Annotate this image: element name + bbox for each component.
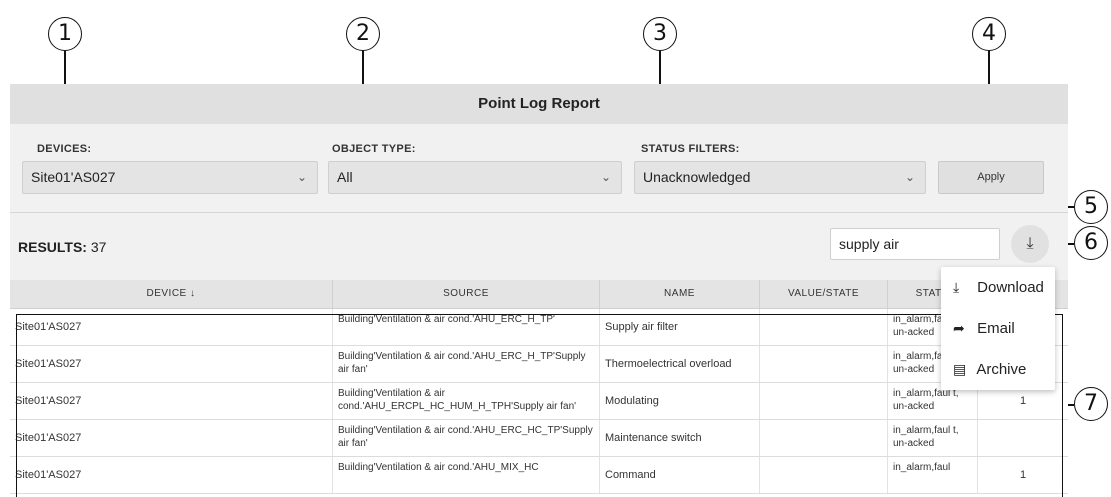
cell-value-state [760,383,888,419]
cell-device: Site01'AS027 [10,420,333,456]
menu-email-label: Email [977,320,1015,337]
results-count: 37 [90,239,107,255]
cell-device: Site01'AS027 [10,457,333,493]
cell-name: Command [600,457,760,493]
cell-source: Building'Ventilation & air cond.'AHU_ERC… [333,383,600,419]
object-type-label: OBJECT TYPE: [332,143,416,155]
devices-label: DEVICES: [37,143,92,155]
cell-count: 1 [1019,469,1027,481]
chevron-down-icon: ⌄ [296,170,307,184]
results-label: RESULTS: [18,239,87,255]
menu-item-archive[interactable]: ▤ Archive [941,349,1055,390]
table-row[interactable]: Site01'AS027 Building'Ventilation & air … [10,457,1068,494]
callout-2: 2 [346,17,380,51]
status-filters-select-value: Unacknowledged [643,169,751,185]
cell-name: Maintenance switch [600,420,760,456]
devices-select-value: Site01'AS027 [31,169,116,185]
callout-1: 1 [48,17,82,51]
status-filters-select[interactable]: Unacknowledged ⌄ [634,161,926,194]
column-header-value-state[interactable]: VALUE/STATE [760,280,888,308]
page-title: Point Log Report [10,84,1068,124]
chevron-down-icon: ⌄ [904,170,915,184]
table-header: DEVICE ↓ SOURCE NAME VALUE/STATE STATU [10,280,1068,309]
cell-count [978,420,1068,456]
filter-area: DEVICES: Site01'AS027 ⌄ OBJECT TYPE: All… [10,124,1068,213]
archive-icon: ▤ [953,362,967,378]
table-row[interactable]: Site01'AS027 Building'Ventilation & air … [10,346,1068,383]
apply-button[interactable]: Apply [938,161,1044,194]
download-icon: ⤓ [1026,235,1034,252]
cell-source: Building'Ventilation & air cond.'AHU_ERC… [333,346,600,382]
object-type-select[interactable]: All ⌄ [328,161,622,194]
cell-value-state [760,457,888,493]
callout-3: 3 [643,17,677,51]
search-input[interactable]: supply air [830,228,1000,260]
menu-download-label: Download [977,279,1044,296]
callout-5: 5 [1074,190,1108,224]
object-type-select-value: All [337,169,353,185]
cell-name: Supply air filter [600,309,760,345]
callout-4: 4 [972,17,1006,51]
table-row[interactable]: Site01'AS027 Building'Ventilation & air … [10,309,1068,346]
cell-status: in_alarm,faul t, un-acked [888,420,978,456]
column-header-device[interactable]: DEVICE ↓ [10,280,333,308]
cell-value-state [760,346,888,382]
cell-source: Building'Ventilation & air cond.'AHU_ERC… [333,309,600,345]
cell-device: Site01'AS027 [10,383,333,419]
cell-value-state [760,420,888,456]
column-header-name[interactable]: NAME [600,280,760,308]
results-table-body: Site01'AS027 Building'Ventilation & air … [10,309,1068,497]
cell-value-state [760,309,888,345]
column-header-source[interactable]: SOURCE [333,280,600,308]
menu-item-download[interactable]: ⤓ Download [941,267,1055,308]
table-row[interactable]: Site01'AS027 Building'Ventilation & air … [10,383,1068,420]
export-menu: ⤓ Download ➦ Email ▤ Archive [941,267,1055,390]
point-log-report-panel: Point Log Report DEVICES: Site01'AS027 ⌄… [10,84,1068,497]
email-icon: ➦ [953,321,965,337]
download-icon: ⤓ [953,280,960,296]
cell-source: Building'Ventilation & air cond.'AHU_MIX… [333,457,600,493]
menu-item-email[interactable]: ➦ Email [941,308,1055,349]
cell-device: Site01'AS027 [10,346,333,382]
cell-status: in_alarm,faul [888,457,978,493]
download-menu-button[interactable]: ⤓ [1011,225,1049,263]
cell-name: Modulating [600,383,760,419]
status-filters-label: STATUS FILTERS: [641,143,740,155]
callout-6: 6 [1074,226,1108,260]
devices-select[interactable]: Site01'AS027 ⌄ [22,161,318,194]
table-row[interactable]: Site01'AS027 Building'Ventilation & air … [10,420,1068,457]
menu-archive-label: Archive [976,361,1027,378]
cell-name: Thermoelectrical overload [600,346,760,382]
callout-7: 7 [1074,387,1108,421]
cell-source: Building'Ventilation & air cond.'AHU_ERC… [333,420,600,456]
chevron-down-icon: ⌄ [600,170,611,184]
cell-device: Site01'AS027 [10,309,333,345]
results-summary: RESULTS: 37 [18,239,106,255]
